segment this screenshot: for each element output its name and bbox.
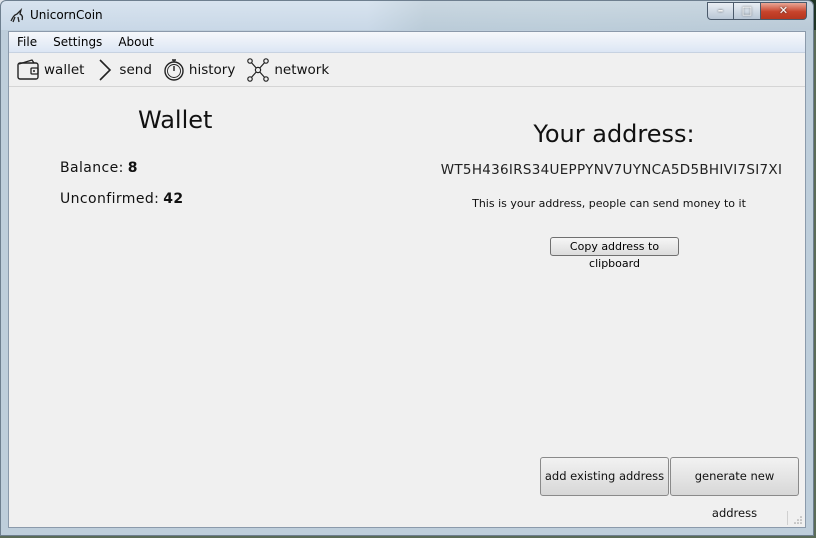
- menu-file[interactable]: File: [9, 35, 45, 49]
- toolbar: wallet send history network: [9, 53, 805, 87]
- toolbar-network-label: network: [274, 61, 330, 78]
- chevron-right-icon: [99, 58, 112, 81]
- network-icon: [247, 57, 270, 82]
- unconfirmed-label: Unconfirmed:: [60, 191, 160, 207]
- toolbar-history-label: history: [188, 61, 236, 78]
- menu-about[interactable]: About: [110, 35, 161, 49]
- wallet-page: Wallet Balance: 8 Unconfirmed: 42 Your add…: [9, 87, 805, 527]
- unconfirmed-value: 42: [163, 191, 184, 207]
- unconfirmed-row: Unconfirmed: 42: [60, 191, 184, 207]
- page-title: Wallet: [138, 106, 213, 134]
- window-title: UnicornCoin: [30, 8, 103, 22]
- toolbar-wallet-button[interactable]: wallet: [15, 57, 84, 83]
- toolbar-network-button[interactable]: network: [245, 57, 329, 83]
- toolbar-send-label: send: [119, 61, 152, 78]
- maximize-icon: □: [741, 4, 753, 17]
- stopwatch-icon: [164, 58, 184, 81]
- copy-address-button[interactable]: Copy address to clipboard: [550, 237, 679, 270]
- minimize-icon: –: [717, 4, 724, 17]
- close-icon: ✕: [778, 4, 789, 17]
- resize-grip-icon[interactable]: [793, 515, 803, 525]
- generate-new-address-button[interactable]: generate new address: [670, 457, 799, 520]
- toolbar-history-button[interactable]: history: [162, 57, 235, 83]
- balance-value: 8: [127, 160, 138, 176]
- balance-label: Balance:: [60, 160, 124, 176]
- minimize-button[interactable]: –: [707, 2, 734, 20]
- status-separator: [787, 511, 788, 525]
- title-bar[interactable]: UnicornCoin – □ ✕: [1, 1, 813, 31]
- maximize-button[interactable]: □: [734, 2, 761, 20]
- toolbar-send-button[interactable]: send: [94, 57, 152, 83]
- address-value: WT5H436IRS34UEPPYNV7UYNCA5D5BHIVI7SI7XI: [440, 162, 783, 178]
- address-title: Your address:: [533, 120, 695, 148]
- wallet-icon: [17, 58, 39, 80]
- client-area: File Settings About wallet send history …: [8, 31, 806, 528]
- close-button[interactable]: ✕: [761, 2, 807, 20]
- menu-bar: File Settings About: [9, 32, 805, 53]
- unicorn-icon: [9, 7, 25, 24]
- add-existing-address-button[interactable]: add existing address: [540, 457, 669, 496]
- balance-row: Balance: 8: [60, 160, 138, 176]
- menu-settings[interactable]: Settings: [45, 35, 110, 49]
- toolbar-wallet-label: wallet: [44, 61, 85, 78]
- window-controls: – □ ✕: [707, 2, 807, 21]
- address-note: This is your address, people can send mo…: [472, 197, 746, 210]
- app-window: UnicornCoin – □ ✕ File Settings About wa…: [0, 0, 814, 536]
